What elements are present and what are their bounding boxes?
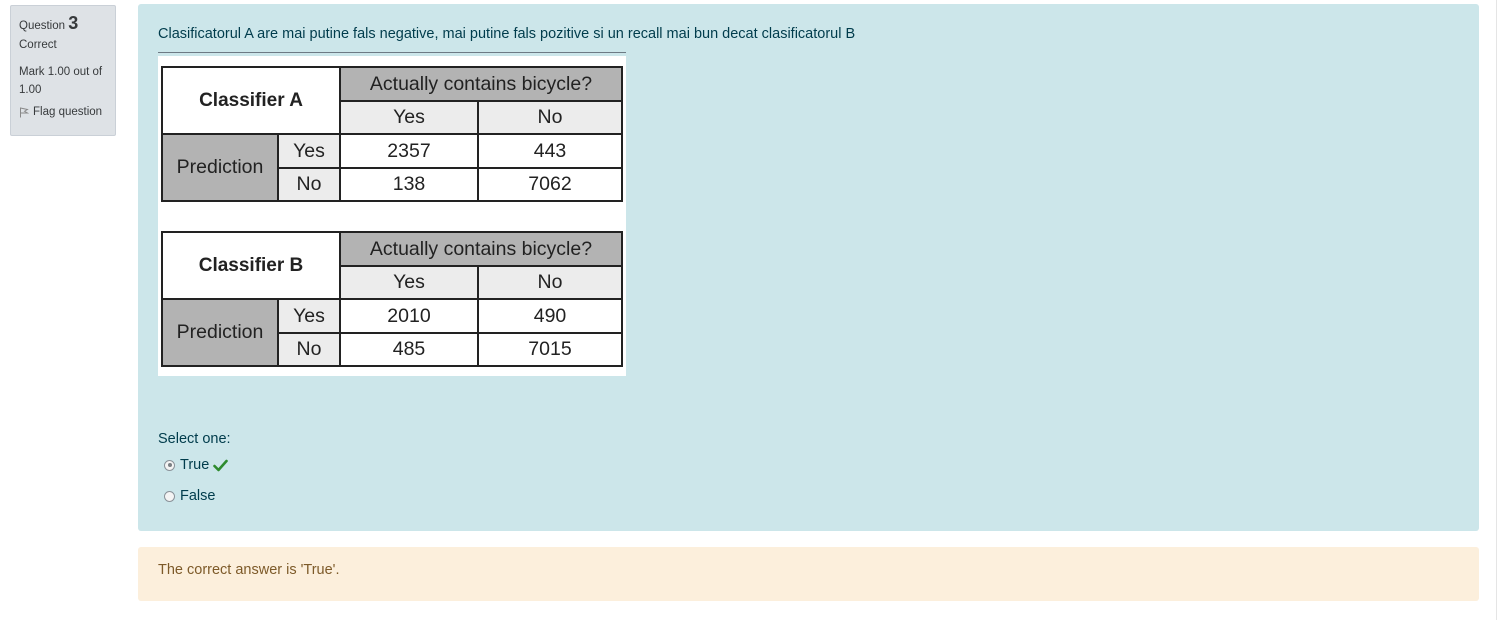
answer-label-true[interactable]: True bbox=[180, 457, 209, 473]
feedback-text: The correct answer is 'True'. bbox=[158, 562, 340, 578]
answer-option-true[interactable]: True bbox=[164, 455, 231, 475]
question-content: Clasificatorul A are mai putine fals neg… bbox=[138, 4, 1479, 531]
column-no: No bbox=[477, 265, 623, 300]
classifier-name: Classifier B bbox=[161, 231, 341, 300]
cell-yes-no: 490 bbox=[477, 298, 623, 334]
question-number: Question 3 bbox=[19, 14, 107, 35]
radio-false[interactable] bbox=[164, 490, 175, 502]
flag-question-label: Flag question bbox=[33, 106, 103, 118]
prediction-label: Prediction bbox=[161, 298, 279, 367]
answer-block: Select one: True False bbox=[158, 431, 231, 506]
check-icon bbox=[213, 459, 229, 471]
correct-answer-feedback: The correct answer is 'True'. bbox=[138, 547, 1479, 601]
question-state: Correct bbox=[19, 39, 57, 51]
answer-option-false[interactable]: False bbox=[164, 486, 231, 506]
question-number-value: 3 bbox=[68, 13, 79, 33]
question-image: Classifier A Actually contains bicycle? … bbox=[158, 56, 626, 376]
confusion-matrix-b: Classifier B Actually contains bicycle? … bbox=[161, 231, 623, 367]
select-one-prompt: Select one: bbox=[158, 431, 231, 447]
cell-no-no: 7015 bbox=[477, 332, 623, 367]
cell-yes-yes: 2010 bbox=[339, 298, 479, 334]
question-divider bbox=[158, 52, 626, 53]
column-yes: Yes bbox=[339, 265, 479, 300]
radio-true[interactable] bbox=[164, 459, 175, 471]
column-yes: Yes bbox=[339, 100, 479, 135]
row-yes: Yes bbox=[277, 298, 341, 334]
cell-no-yes: 485 bbox=[339, 332, 479, 367]
prediction-label: Prediction bbox=[161, 133, 279, 202]
actual-header: Actually contains bicycle? bbox=[339, 231, 623, 267]
question-text: Clasificatorul A are mai putine fals neg… bbox=[158, 26, 856, 42]
row-no: No bbox=[277, 332, 341, 367]
classifier-name: Classifier A bbox=[161, 66, 341, 135]
row-yes: Yes bbox=[277, 133, 341, 169]
row-no: No bbox=[277, 167, 341, 202]
question-label: Question bbox=[19, 20, 66, 32]
cell-no-yes: 138 bbox=[339, 167, 479, 202]
flag-icon bbox=[20, 107, 29, 117]
cell-no-no: 7062 bbox=[477, 167, 623, 202]
actual-header: Actually contains bicycle? bbox=[339, 66, 623, 102]
confusion-matrix-a: Classifier A Actually contains bicycle? … bbox=[161, 66, 623, 202]
cell-yes-no: 443 bbox=[477, 133, 623, 169]
column-no: No bbox=[477, 100, 623, 135]
answer-label-false[interactable]: False bbox=[180, 488, 215, 504]
scrollbar-track[interactable] bbox=[1496, 0, 1503, 620]
flag-question-link[interactable]: Flag question bbox=[19, 106, 107, 118]
question-grade: Mark 1.00 out of 1.00 bbox=[19, 66, 103, 96]
cell-yes-yes: 2357 bbox=[339, 133, 479, 169]
question-info-panel: Question 3 Correct Mark 1.00 out of 1.00… bbox=[10, 5, 116, 136]
